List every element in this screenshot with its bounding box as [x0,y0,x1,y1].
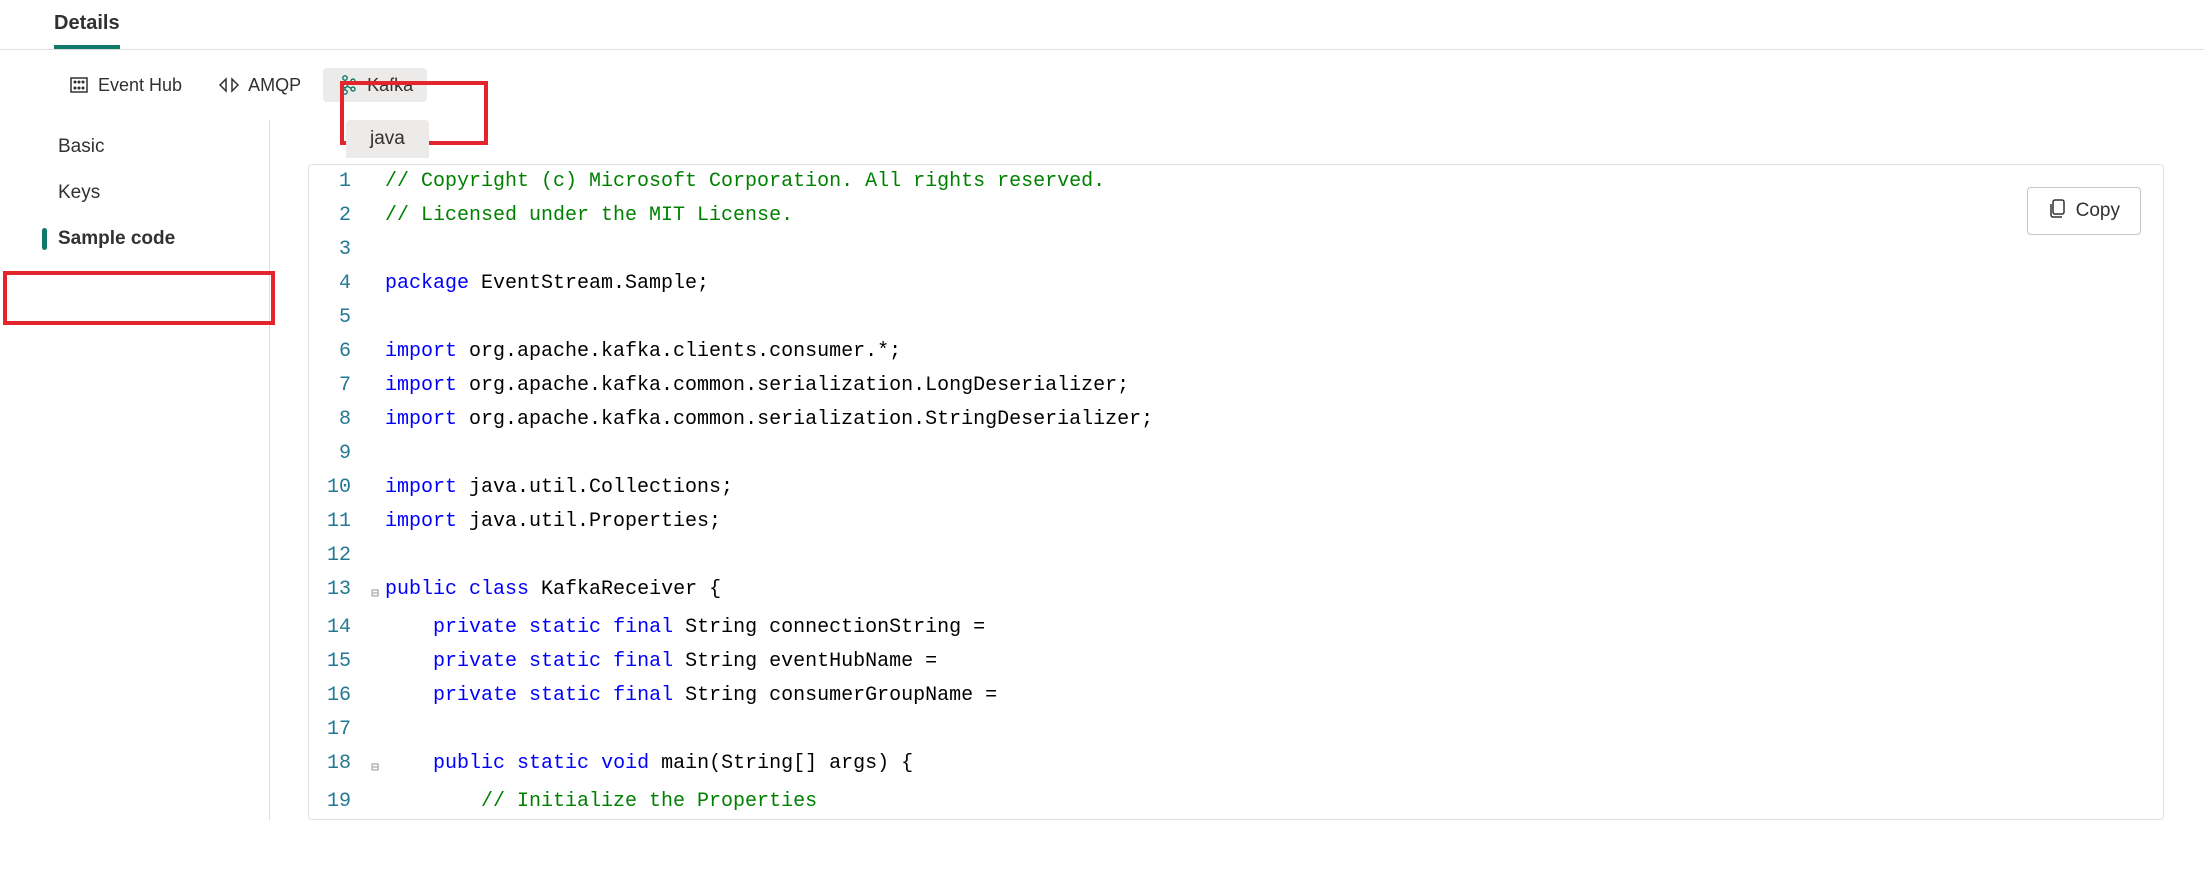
fold-toggle [365,199,385,203]
kafka-icon [337,74,359,96]
fold-toggle [365,611,385,615]
code-line: 7 import org.apache.kafka.common.serializ… [309,369,2163,403]
code-text: // Initialize the Properties [385,785,817,819]
line-number: 13 [309,573,365,607]
line-number: 2 [309,199,365,233]
code-text: public class KafkaReceiver { [385,573,721,607]
code-viewer: Copy 1 // Copyright (c) Microsoft Corpora… [308,164,2164,820]
code-line: 15 private static final String eventHubN… [309,645,2163,679]
line-number: 8 [309,403,365,437]
line-number: 9 [309,437,365,471]
code-line: 13⊟public class KafkaReceiver { [309,573,2163,611]
line-number: 12 [309,539,365,573]
line-number: 4 [309,267,365,301]
tab-kafka[interactable]: Kafka [323,68,427,102]
sidebar-item-keys[interactable]: Keys [0,170,269,216]
fold-toggle[interactable]: ⊟ [365,747,385,785]
fold-toggle[interactable]: ⊟ [365,573,385,611]
code-text: import java.util.Collections; [385,471,733,505]
code-line: 17 [309,713,2163,747]
sidebar-item-sample-code[interactable]: Sample code [0,216,269,262]
code-text: public static void main(String[] args) { [385,747,913,781]
fold-toggle [365,679,385,683]
line-number: 3 [309,233,365,267]
line-number: 19 [309,785,365,819]
code-line: 16 private static final String consumerG… [309,679,2163,713]
fold-toggle [365,437,385,441]
fold-toggle [365,267,385,271]
tab-label: AMQP [248,75,301,96]
fold-toggle [365,233,385,237]
code-text: private static final String eventHubName… [385,645,937,679]
line-number: 16 [309,679,365,713]
copy-icon [2048,198,2066,224]
sidebar: Basic Keys Sample code [0,120,270,820]
code-text: import java.util.Properties; [385,505,721,539]
code-line: 5 [309,301,2163,335]
fold-toggle [365,713,385,717]
page-title[interactable]: Details [54,12,120,49]
fold-toggle [365,785,385,789]
fold-toggle [365,165,385,169]
line-number: 5 [309,301,365,335]
fold-toggle [365,369,385,373]
code-line: 3 [309,233,2163,267]
copy-label: Copy [2076,200,2120,222]
copy-button[interactable]: Copy [2027,187,2141,235]
event-hub-icon [68,74,90,96]
sidebar-item-label: Keys [58,182,100,203]
code-line: 10 import java.util.Collections; [309,471,2163,505]
fold-toggle [365,645,385,649]
code-line: 19 // Initialize the Properties [309,785,2163,819]
code-text: import org.apache.kafka.clients.consumer… [385,335,901,369]
tab-event-hub[interactable]: Event Hub [54,68,196,102]
code-text: // Copyright (c) Microsoft Corporation. … [385,165,1105,199]
code-text: private static final String connectionSt… [385,611,985,645]
line-number: 14 [309,611,365,645]
line-number: 10 [309,471,365,505]
line-number: 15 [309,645,365,679]
code-text: import org.apache.kafka.common.serializa… [385,369,1129,403]
sidebar-item-label: Basic [58,136,104,157]
language-chip[interactable]: java [346,120,429,158]
line-number: 1 [309,165,365,199]
code-line: 18⊟ public static void main(String[] arg… [309,747,2163,785]
code-line: 11 import java.util.Properties; [309,505,2163,539]
fold-toggle [365,301,385,305]
line-number: 6 [309,335,365,369]
code-line: 8 import org.apache.kafka.common.serializ… [309,403,2163,437]
code-text: package EventStream.Sample; [385,267,709,301]
sidebar-item-label: Sample code [58,228,175,249]
fold-toggle [365,403,385,407]
line-number: 11 [309,505,365,539]
code-line: 4 package EventStream.Sample; [309,267,2163,301]
line-number: 18 [309,747,365,781]
code-text: private static final String consumerGrou… [385,679,997,713]
fold-toggle [365,335,385,339]
tab-label: Kafka [367,75,413,96]
line-number: 7 [309,369,365,403]
code-line: 9 [309,437,2163,471]
code-line: 1 // Copyright (c) Microsoft Corporation.… [309,165,2163,199]
tab-amqp[interactable]: AMQP [204,68,315,102]
tab-label: Event Hub [98,75,182,96]
fold-toggle [365,539,385,543]
sidebar-item-basic[interactable]: Basic [0,124,269,170]
code-line: 14 private static final String connectio… [309,611,2163,645]
code-text: import org.apache.kafka.common.serializa… [385,403,1153,437]
line-number: 17 [309,713,365,747]
code-line: 12 [309,539,2163,573]
code-line: 6 import org.apache.kafka.clients.consume… [309,335,2163,369]
fold-toggle [365,471,385,475]
code-text: // Licensed under the MIT License. [385,199,793,233]
amqp-icon [218,74,240,96]
fold-toggle [365,505,385,509]
code-line: 2 // Licensed under the MIT License. [309,199,2163,233]
